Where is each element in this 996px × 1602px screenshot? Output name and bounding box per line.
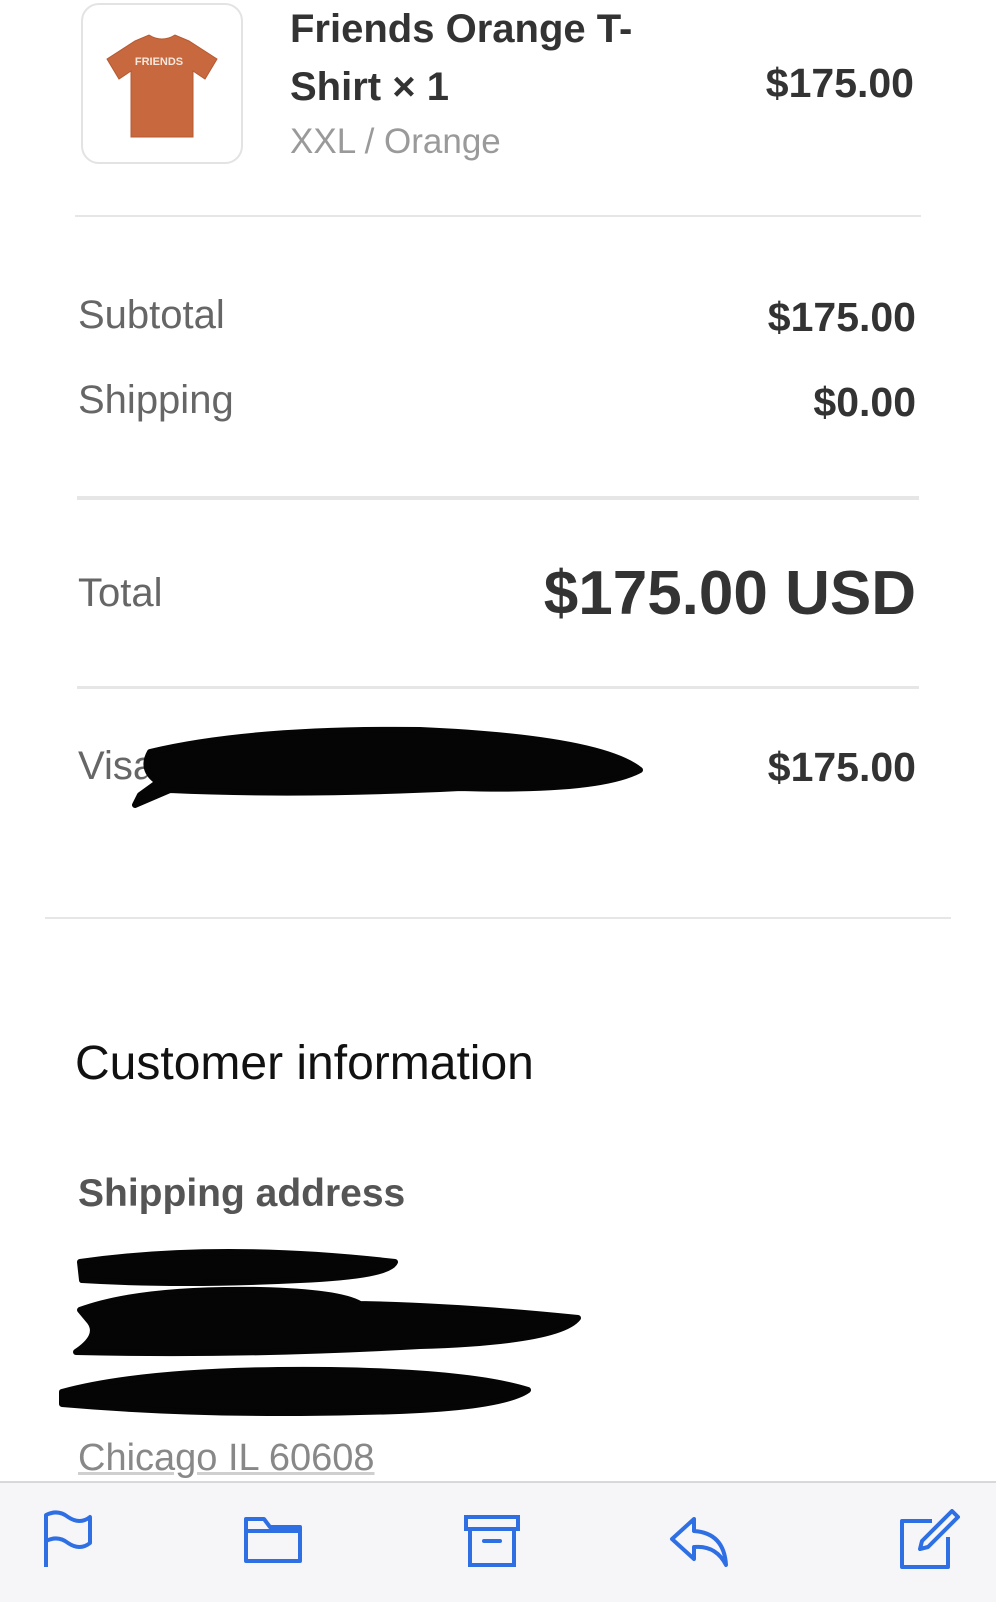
folder-icon	[244, 1517, 302, 1563]
reply-button[interactable]	[668, 1509, 730, 1571]
archive-button[interactable]	[462, 1509, 524, 1571]
compose-button[interactable]	[898, 1509, 960, 1571]
mail-toolbar	[0, 1481, 996, 1602]
product-thumbnail[interactable]: FRIENDS	[81, 3, 243, 164]
address-redaction-2	[73, 1286, 581, 1357]
product-name-line1: Friends Orange T-	[290, 7, 633, 51]
move-to-folder-button[interactable]	[242, 1509, 304, 1571]
reply-icon	[670, 1517, 728, 1567]
shirt-print-text: FRIENDS	[135, 56, 183, 68]
subtotal-label: Subtotal	[78, 293, 225, 337]
flag-icon	[44, 1510, 92, 1567]
redaction-scribbles	[59, 726, 643, 1416]
product-variant: XXL / Orange	[290, 122, 501, 161]
product-price: $175.00	[765, 60, 914, 106]
payment-method-label: Visa	[78, 744, 156, 788]
archive-icon	[464, 1515, 520, 1567]
shipping-value: $0.00	[813, 379, 916, 425]
product-name-line2: Shirt × 1	[290, 65, 449, 109]
product-name: Friends Orange T- Shirt × 1	[290, 0, 710, 116]
total-label: Total	[78, 571, 163, 615]
payment-redaction	[132, 726, 643, 808]
address-redaction-1	[77, 1249, 398, 1286]
payment-value: $175.00	[767, 744, 916, 790]
address-redaction-3	[59, 1366, 531, 1416]
section-divider	[45, 917, 951, 919]
shipping-label: Shipping	[78, 378, 234, 422]
compose-icon	[900, 1509, 960, 1569]
total-value: $175.00 USD	[543, 559, 916, 628]
divider	[75, 215, 921, 217]
address-city-line: Chicago IL 60608	[78, 1437, 375, 1479]
customer-info-heading: Customer information	[75, 1037, 534, 1090]
tshirt-image: FRIENDS	[106, 34, 218, 138]
divider	[77, 496, 919, 500]
subtotal-value: $175.00	[767, 294, 916, 340]
flag-button[interactable]	[38, 1509, 100, 1571]
divider	[77, 686, 919, 689]
shipping-address-heading: Shipping address	[78, 1172, 406, 1215]
